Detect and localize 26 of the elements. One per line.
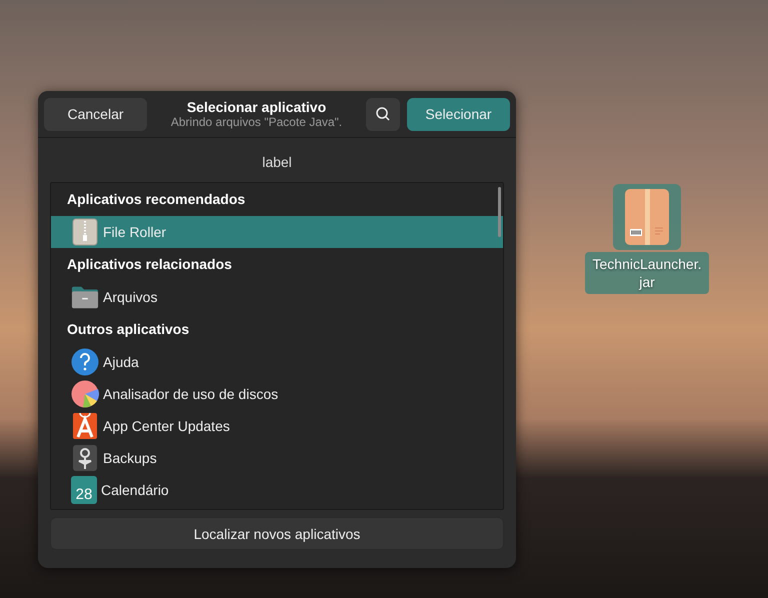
- pie-chart-icon: [71, 380, 99, 408]
- dialog-subtitle: Abrindo arquivos "Pacote Java".: [170, 115, 342, 129]
- file-name: TechnicLauncher. jar: [585, 252, 709, 294]
- app-list-item[interactable]: File Roller: [51, 216, 503, 248]
- cancel-button[interactable]: Cancelar: [44, 98, 147, 130]
- scrollbar-thumb[interactable]: [498, 187, 501, 237]
- app-list-item[interactable]: App Center Updates: [51, 410, 503, 442]
- select-button[interactable]: Selecionar: [407, 98, 510, 130]
- calendar-icon: 28: [71, 476, 97, 504]
- search-button[interactable]: [366, 98, 400, 130]
- section-heading: Outros aplicativos: [66, 320, 190, 339]
- label-text: label: [261, 153, 293, 172]
- shopping-bag-icon: [71, 412, 99, 440]
- app-list-item[interactable]: Backups: [51, 442, 503, 474]
- app-list-item[interactable]: Analisador de uso de discos: [51, 378, 503, 410]
- section-heading: Aplicativos relacionados: [66, 255, 233, 274]
- app-list-item[interactable]: 28 Calendário: [51, 474, 503, 506]
- dialog-title: Selecionar aplicativo: [186, 99, 326, 115]
- section-heading: Aplicativos recomendados: [66, 190, 246, 209]
- find-apps-button[interactable]: Localizar novos aplicativos: [50, 517, 504, 550]
- zipper-icon: [71, 218, 99, 246]
- app-list-item[interactable]: Arquivos: [51, 281, 503, 313]
- package-file-icon[interactable]: [613, 184, 681, 250]
- search-icon: [375, 106, 391, 122]
- question-mark-icon: [71, 348, 99, 376]
- app-list-item[interactable]: Ajuda: [51, 346, 503, 378]
